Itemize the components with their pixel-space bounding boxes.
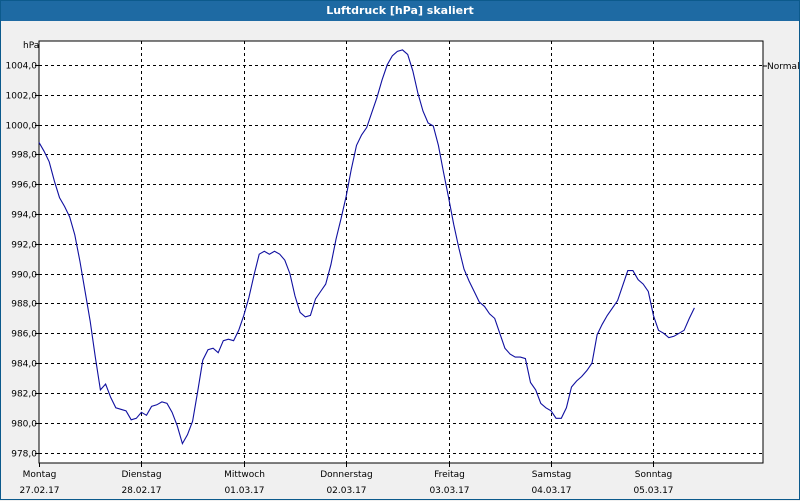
x-tick-date: 04.03.17: [531, 486, 571, 496]
x-tick-day: Mittwoch: [224, 470, 265, 480]
x-tick-date: 27.02.17: [19, 486, 59, 496]
y-tick-label: 986,0: [11, 330, 37, 340]
x-tick-date: 01.03.17: [224, 486, 264, 496]
y-tick-label: 984,0: [11, 360, 37, 370]
x-tick-day: Sonntag: [635, 470, 672, 480]
x-tick-day: Donnerstag: [320, 470, 373, 480]
x-axis-ticks: Montag 27.02.17 Dienstag 28.02.17 Mittwoch 01…: [19, 463, 674, 496]
y-tick-label: 1002,0: [6, 92, 38, 102]
chart-canvas: 978,0 980,0 982,0 984,0 986,0 988,0 990,0 992,0…: [6, 40, 800, 496]
y-tick-label: 978,0: [11, 450, 37, 460]
y-tick-label: 1000,0: [6, 122, 38, 132]
y-tick-label: 980,0: [11, 420, 37, 430]
y-tick-label: 992,0: [11, 241, 37, 251]
y-tick-label: 990,0: [11, 271, 37, 281]
x-tick-date: 28.02.17: [121, 486, 161, 496]
y-tick-label: 1004,0: [6, 62, 38, 72]
y-tick-label: 982,0: [11, 390, 37, 400]
x-tick-day: Samstag: [532, 470, 571, 480]
x-tick-day: Dienstag: [121, 470, 161, 480]
y-tick-label: 988,0: [11, 300, 37, 310]
y-tick-label: 998,0: [11, 151, 37, 161]
normal-label: Normal: [767, 62, 800, 72]
y-axis-label: hPa: [23, 41, 39, 51]
x-tick-date: 03.03.17: [429, 486, 469, 496]
plot-area: [38, 40, 764, 464]
y-tick-label: 996,0: [11, 181, 37, 191]
x-tick-date: 05.03.17: [633, 486, 673, 496]
x-tick-day: Freitag: [434, 470, 465, 480]
y-tick-label: 994,0: [11, 211, 37, 221]
x-tick-day: Montag: [23, 470, 57, 480]
y-axis-ticks: 978,0 980,0 982,0 984,0 986,0 988,0 990,0 992,0…: [6, 62, 39, 460]
x-tick-date: 02.03.17: [326, 486, 366, 496]
chart-window: Luftdruck [hPa] skaliert 978,0 980,0 982,0…: [0, 0, 800, 500]
